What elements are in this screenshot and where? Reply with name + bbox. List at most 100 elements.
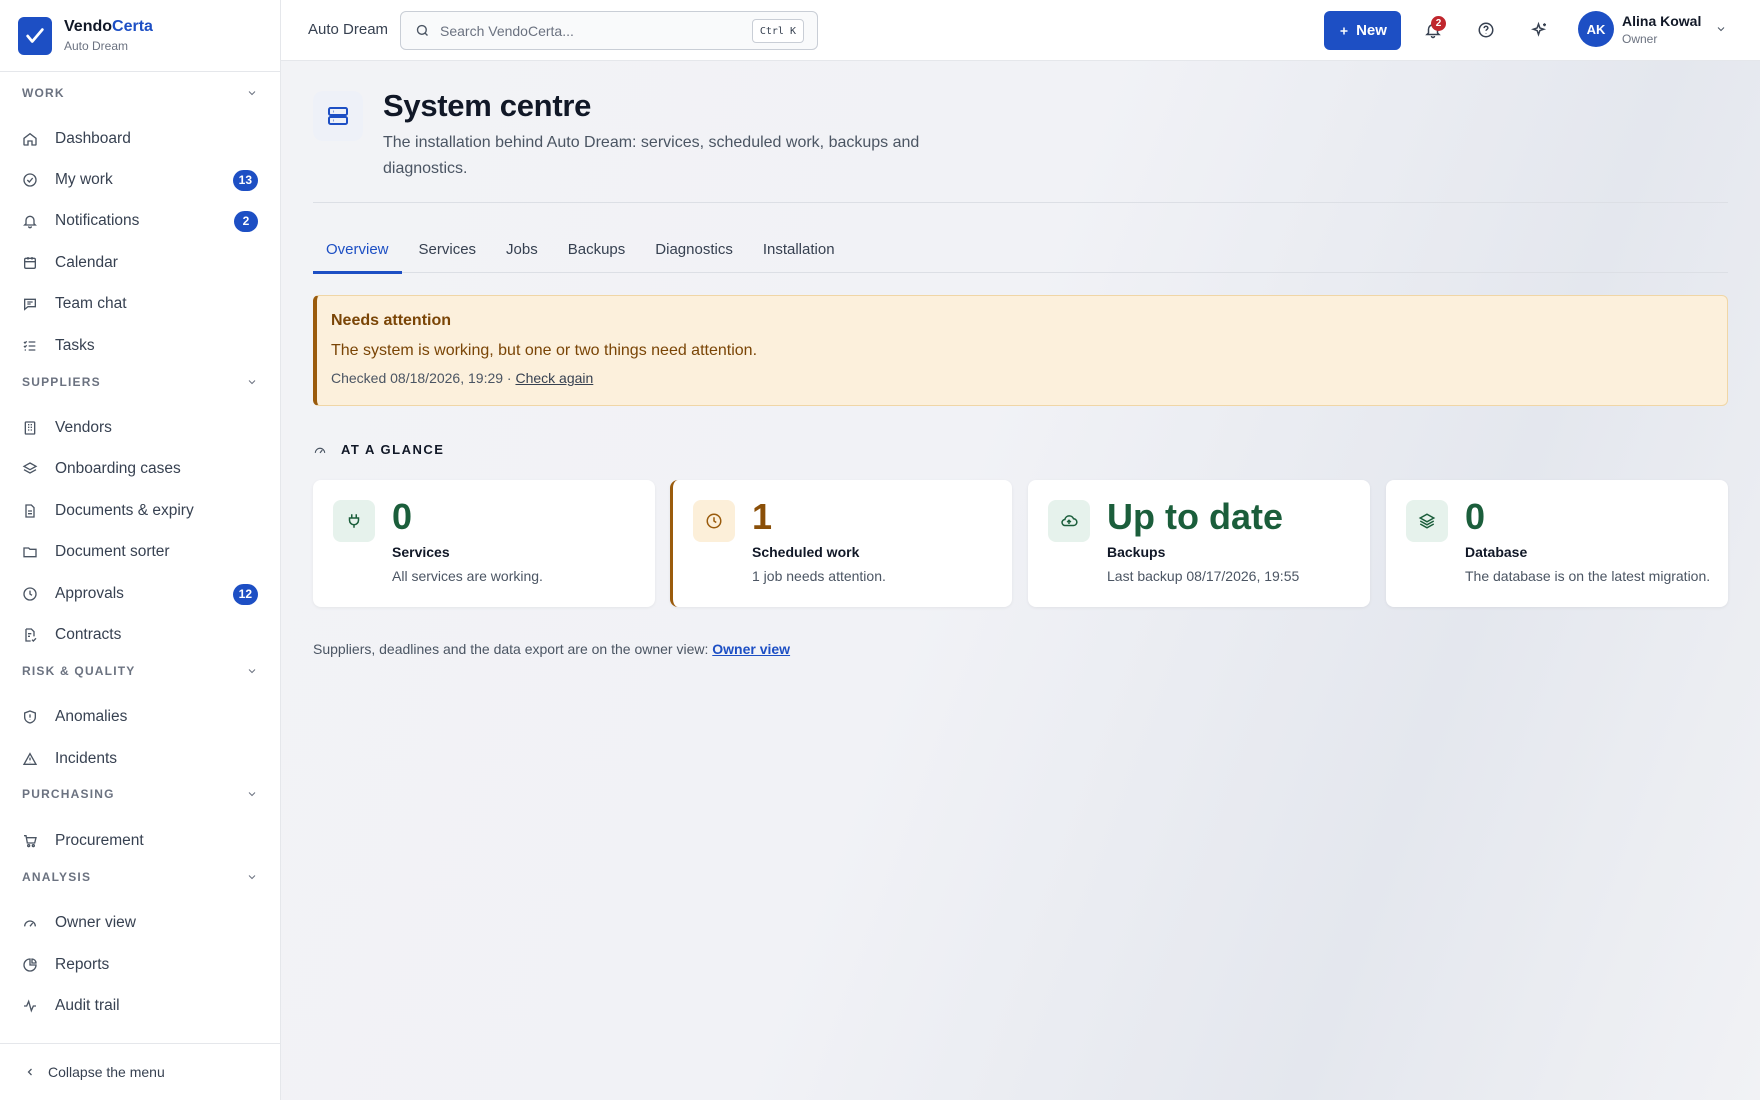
search-box[interactable]: Ctrl K <box>400 11 818 50</box>
sidebar-item-calendar[interactable]: Calendar <box>22 247 258 279</box>
clock-icon <box>23 587 37 601</box>
database-card[interactable]: 0 Database The database is on the latest… <box>1386 480 1728 607</box>
calendar-icon <box>24 257 36 269</box>
search-icon <box>416 24 428 36</box>
section-purchasing-header[interactable]: PURCHASING <box>22 784 258 804</box>
topbar: Auto Dream Ctrl K New 2 AK Alina Kowal O… <box>281 0 1760 61</box>
attention-alert: Needs attention The system is working, b… <box>313 295 1728 406</box>
sidebar-item-audit-trail[interactable]: Audit trail <box>22 990 258 1022</box>
clock-icon <box>693 500 735 542</box>
vendocerta-logo-icon <box>18 16 52 55</box>
tab-backups[interactable]: Backups <box>555 225 639 273</box>
cart-icon <box>24 835 37 848</box>
warning-icon <box>22 752 38 765</box>
folder-icon <box>23 547 37 558</box>
chevron-down-icon <box>248 792 256 797</box>
card-label: Services <box>392 544 450 560</box>
chevron-down-icon <box>248 91 256 96</box>
sidebar-item-document-sorter[interactable]: Document sorter <box>22 536 258 568</box>
plug-icon <box>333 500 375 542</box>
user-menu[interactable]: AK Alina Kowal Owner <box>1578 11 1727 47</box>
section-analysis-header[interactable]: ANALYSIS <box>22 867 258 887</box>
sidebar-item-procurement[interactable]: Procurement <box>22 825 258 857</box>
new-button[interactable]: New <box>1324 11 1401 50</box>
tab-diagnostics[interactable]: Diagnostics <box>642 225 746 273</box>
chevron-left-icon <box>27 1068 32 1076</box>
user-name: Alina Kowal <box>1622 12 1702 29</box>
org-switcher[interactable]: Auto Dream <box>308 21 388 38</box>
card-subtext: Last backup 08/17/2026, 19:55 <box>1107 568 1300 584</box>
section-work-header[interactable]: WORK <box>22 83 258 103</box>
check-again-link[interactable]: Check again <box>515 370 593 386</box>
main-content: System centre The installation behind Au… <box>281 61 1760 1100</box>
scheduled-work-card[interactable]: 1 Scheduled work 1 job needs attention. <box>670 480 1012 607</box>
tab-bar: Overview Services Jobs Backups Diagnosti… <box>313 225 1728 274</box>
sidebar-item-documents-expiry[interactable]: Documents & expiry <box>22 495 258 527</box>
section-risk-quality-header[interactable]: RISK & QUALITY <box>22 661 258 681</box>
sidebar-item-owner-view[interactable]: Owner view <box>22 907 258 939</box>
sidebar-item-vendors[interactable]: Vendors <box>22 412 258 444</box>
sidebar-item-dashboard[interactable]: Dashboard <box>22 123 258 155</box>
owner-view-note: Suppliers, deadlines and the data export… <box>313 641 791 657</box>
sidebar-item-notifications[interactable]: Notifications 2 <box>22 205 258 237</box>
avatar: AK <box>1578 11 1614 47</box>
tab-jobs[interactable]: Jobs <box>493 225 551 273</box>
assistant-button[interactable] <box>1528 18 1552 42</box>
shortcut-hint: Ctrl K <box>751 19 804 43</box>
services-card[interactable]: 0 Services All services are working. <box>313 480 655 607</box>
card-value: 0 <box>392 496 413 537</box>
help-circle-icon <box>1478 22 1494 38</box>
tab-overview[interactable]: Overview <box>313 225 402 274</box>
backups-card[interactable]: Up to date Backups Last backup 08/17/202… <box>1028 480 1370 607</box>
card-subtext: All services are working. <box>392 568 543 584</box>
sparkles-icon <box>1531 21 1547 37</box>
count-badge: 13 <box>232 169 258 191</box>
notification-count-badge: 2 <box>1431 16 1446 31</box>
chevron-down-icon <box>1718 27 1725 32</box>
count-badge: 12 <box>232 583 258 605</box>
brand[interactable]: VendoCerta Auto Dream <box>0 0 280 72</box>
layers-icon <box>22 462 38 474</box>
activity-icon <box>24 999 36 1013</box>
gauge-icon <box>314 447 326 453</box>
tab-services[interactable]: Services <box>406 225 490 273</box>
card-value: Up to date <box>1107 496 1283 537</box>
check-circle-icon <box>23 173 37 187</box>
sidebar-item-onboarding-cases[interactable]: Onboarding cases <box>22 453 258 485</box>
shield-icon <box>24 710 36 724</box>
card-subtext: 1 job needs attention. <box>752 568 886 584</box>
at-a-glance-heading: AT A GLANCE <box>313 442 444 457</box>
server-icon <box>313 91 363 141</box>
sidebar-item-my-work[interactable]: My work 13 <box>22 164 258 196</box>
owner-view-link[interactable]: Owner view <box>712 641 790 657</box>
chat-icon <box>24 298 36 311</box>
collapse-menu-button[interactable]: Collapse the menu <box>0 1043 280 1100</box>
tab-installation[interactable]: Installation <box>750 225 848 273</box>
layers-icon <box>1406 500 1448 542</box>
alert-text: The system is working, but one or two th… <box>331 342 758 359</box>
sidebar-item-approvals[interactable]: Approvals 12 <box>22 578 258 610</box>
search-input[interactable] <box>440 22 740 39</box>
sidebar: VendoCerta Auto Dream WORK Dashboard My … <box>0 0 281 1100</box>
contract-icon <box>25 628 37 642</box>
user-role: Owner <box>1622 31 1658 46</box>
sidebar-item-reports[interactable]: Reports <box>22 949 258 981</box>
divider <box>313 202 1728 203</box>
bell-icon <box>23 215 37 229</box>
card-value: 0 <box>1465 496 1486 537</box>
card-subtext: The database is on the latest migration. <box>1465 568 1711 584</box>
sidebar-item-anomalies[interactable]: Anomalies <box>22 701 258 733</box>
sidebar-item-team-chat[interactable]: Team chat <box>22 288 258 320</box>
gauge-icon <box>24 920 36 927</box>
card-label: Database <box>1465 544 1528 560</box>
chevron-down-icon <box>248 380 256 385</box>
list-check-icon <box>23 340 36 351</box>
plus-icon <box>1340 27 1348 34</box>
sidebar-item-tasks[interactable]: Tasks <box>22 330 258 362</box>
section-suppliers-header[interactable]: SUPPLIERS <box>22 372 258 392</box>
count-badge: 2 <box>234 210 258 232</box>
sidebar-item-incidents[interactable]: Incidents <box>22 743 258 775</box>
sidebar-item-contracts[interactable]: Contracts <box>22 619 258 651</box>
card-value: 1 <box>752 496 773 537</box>
help-button[interactable] <box>1474 18 1498 42</box>
